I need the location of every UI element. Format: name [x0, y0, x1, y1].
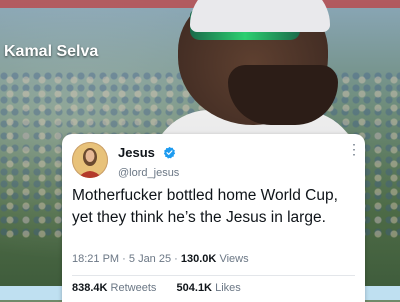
meta-separator: ·	[174, 253, 178, 265]
tweet-author: Jesus @lord_jesus	[118, 144, 179, 179]
verified-badge-icon	[163, 146, 176, 164]
avatar[interactable]	[72, 142, 108, 178]
display-name[interactable]: Jesus	[118, 145, 155, 160]
retweets-stat[interactable]: 838.4K Retweets	[72, 282, 159, 294]
avatar-image	[72, 142, 108, 178]
tweet-text: Motherfucker bottled home World Cup, yet…	[72, 187, 338, 226]
tweet-card[interactable]: Jesus @lord_jesus ⋮ Motherfucker bottled…	[62, 134, 365, 302]
retweets-label: Retweets	[110, 282, 157, 294]
tweet-date[interactable]: 5 Jan 25	[129, 253, 171, 265]
divider	[72, 275, 355, 276]
tweet-time[interactable]: 18:21 PM	[72, 253, 119, 265]
player-name-label: Kamal Selva	[4, 43, 99, 60]
meta-separator: ·	[122, 253, 126, 265]
tweet-meta: 18:21 PM · 5 Jan 25 · 130.0K Views	[72, 253, 249, 265]
likes-stat[interactable]: 504.1K Likes	[177, 282, 241, 294]
engagement-stats: 838.4K Retweets 504.1K Likes	[72, 282, 241, 294]
retweets-count: 838.4K	[72, 282, 108, 294]
username[interactable]: @lord_jesus	[118, 167, 179, 179]
likes-count: 504.1K	[176, 282, 213, 294]
player-cap	[190, 0, 330, 32]
more-options-icon[interactable]: ⋮	[347, 142, 361, 156]
views-count: 130.0K	[180, 253, 217, 265]
views-label: Views	[219, 253, 249, 265]
likes-label: Likes	[215, 282, 241, 294]
